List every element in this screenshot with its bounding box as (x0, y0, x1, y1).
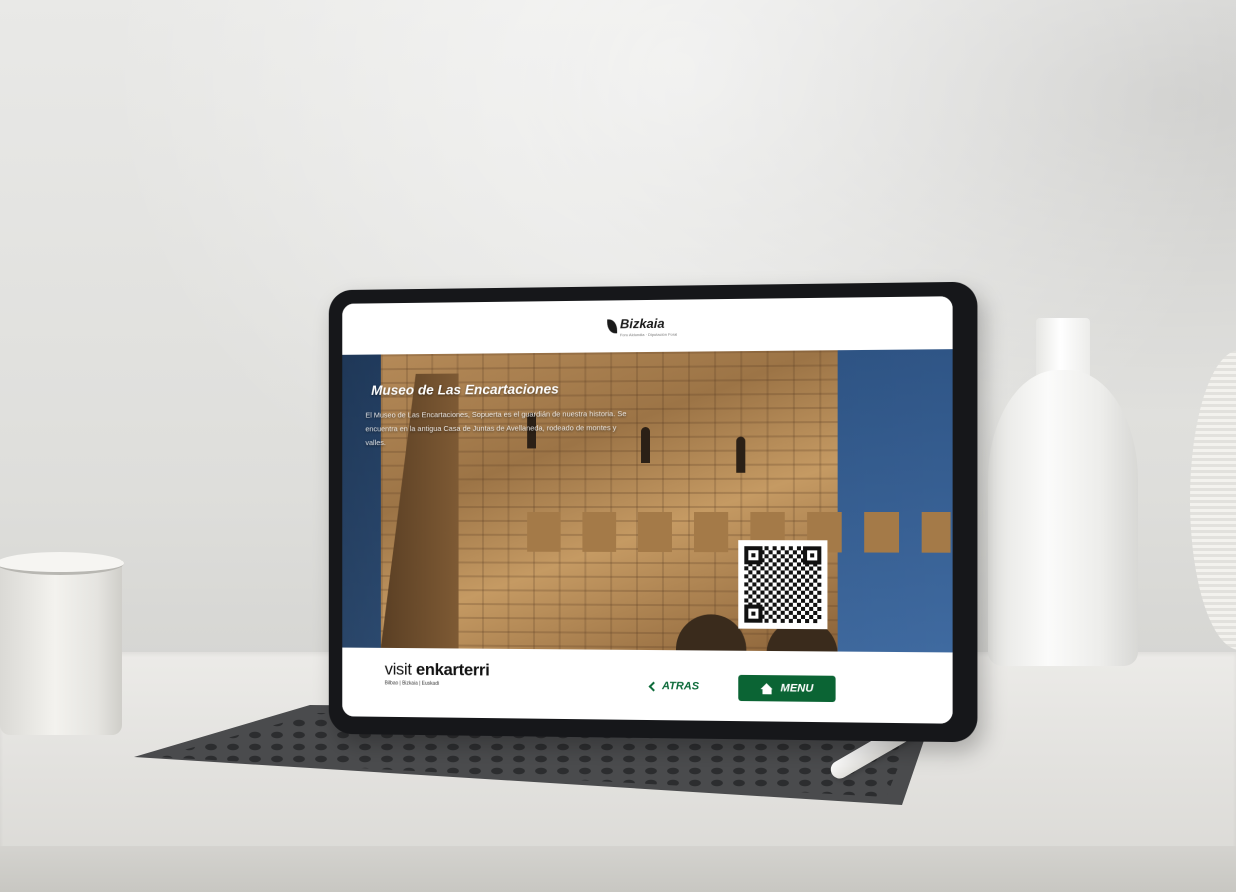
bizkaia-logo: Bizkaia Foru Aldundia · Diputación Foral (607, 315, 677, 337)
qr-pattern (744, 546, 821, 623)
app-header: Bizkaia Foru Aldundia · Diputación Foral (342, 296, 952, 355)
menu-label: MENU (781, 682, 814, 694)
vase-body (988, 370, 1138, 666)
qr-finder (744, 546, 762, 564)
tablet: Bizkaia Foru Aldundia · Diputación Foral… (329, 282, 978, 743)
tablet-screen: Bizkaia Foru Aldundia · Diputación Foral… (342, 296, 952, 723)
window-slit (641, 427, 650, 463)
home-icon (760, 683, 773, 694)
stone-arch (676, 614, 746, 652)
photo-scene: Bizkaia Foru Aldundia · Diputación Foral… (0, 0, 1236, 892)
page-title: Museo de Las Encartaciones (371, 381, 559, 398)
mug (0, 560, 122, 735)
brand-bold: enkarterri (416, 660, 490, 679)
leaf-icon (607, 319, 617, 333)
qr-code-icon[interactable] (738, 540, 827, 629)
vase-neck (1036, 318, 1090, 378)
vase (988, 318, 1138, 666)
mug-rim (0, 552, 124, 575)
page-description: El Museo de Las Encartaciones, Sopuerta … (365, 407, 630, 450)
brand-light: visit (385, 660, 412, 679)
back-label: ATRAS (662, 680, 699, 692)
brand-subtitle: Bilbao | Bizkaia | Euskadi (385, 680, 490, 687)
table-edge (0, 846, 1236, 892)
visit-enkarterri-logo: visit enkarterri Bilbao | Bizkaia | Eusk… (385, 660, 490, 688)
qr-finder (803, 546, 821, 564)
logo-text: Bizkaia (620, 315, 665, 330)
app-footer: visit enkarterri Bilbao | Bizkaia | Eusk… (342, 648, 952, 724)
logo-subtext: Foru Aldundia · Diputación Foral (620, 331, 677, 337)
chevron-left-icon (649, 681, 659, 691)
hero-image: Museo de Las Encartaciones El Museo de L… (342, 349, 952, 652)
back-button[interactable]: ATRAS (650, 680, 699, 693)
menu-button[interactable]: MENU (738, 675, 835, 702)
window-slit (736, 437, 745, 473)
qr-finder (744, 605, 762, 623)
